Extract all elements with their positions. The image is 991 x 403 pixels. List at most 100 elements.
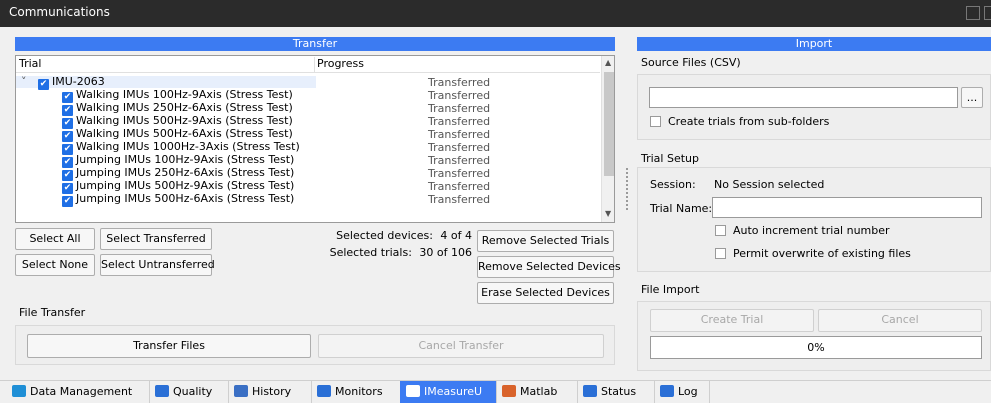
session-value: No Session selected: [714, 178, 825, 191]
list-item[interactable]: ✔ Walking IMUs 250Hz-6Axis (Stress Test): [62, 101, 293, 116]
selected-trials: Selected trials: 30 of 106: [300, 246, 472, 259]
list-item[interactable]: ✔ Walking IMUs 1000Hz-3Axis (Stress Test): [62, 140, 300, 155]
scroll-up-icon[interactable]: ▲: [605, 58, 611, 67]
source-files-input[interactable]: [649, 87, 958, 108]
plus-icon: [583, 385, 597, 397]
tab-status[interactable]: Status: [577, 381, 655, 403]
trial-name: Walking IMUs 500Hz-6Axis (Stress Test): [76, 127, 293, 140]
import-progress-text: 0%: [807, 341, 825, 354]
import-progress-bar: 0%: [650, 336, 982, 359]
trial-name-label: Trial Name:: [650, 202, 713, 215]
trial-name: Jumping IMUs 500Hz-6Axis (Stress Test): [76, 192, 295, 205]
transfer-files-button[interactable]: Transfer Files: [27, 334, 311, 358]
trial-status: Transferred: [428, 180, 491, 193]
list-item[interactable]: ✔ Walking IMUs 500Hz-6Axis (Stress Test): [62, 127, 293, 142]
trial-name: Jumping IMUs 100Hz-9Axis (Stress Test): [76, 153, 295, 166]
folder-icon: [12, 385, 26, 397]
trial-status: Transferred: [428, 115, 491, 128]
trial-status: Transferred: [428, 167, 491, 180]
tab-log[interactable]: Log: [654, 381, 710, 403]
list-item[interactable]: ✔ Jumping IMUs 250Hz-6Axis (Stress Test): [62, 166, 295, 181]
trial-name: Jumping IMUs 500Hz-9Axis (Stress Test): [76, 179, 295, 192]
grid-header: Trial Progress: [16, 56, 600, 73]
tab-bar: Data Management Quality History Monitors IMe…: [0, 380, 991, 403]
history-icon: [234, 385, 248, 397]
select-untransferred-button[interactable]: Select Untransferred: [100, 254, 215, 276]
imeasureu-icon: [406, 385, 420, 397]
checkbox-icon[interactable]: ✔: [62, 196, 73, 207]
trial-name-input[interactable]: [712, 197, 982, 218]
file-transfer-title: File Transfer: [19, 306, 86, 319]
matlab-icon: [502, 385, 516, 397]
trial-name: Jumping IMUs 250Hz-6Axis (Stress Test): [76, 166, 295, 179]
scrollbar[interactable]: ▲ ▼: [601, 56, 614, 222]
group-row[interactable]: ˅ ✔ IMU-2063: [16, 75, 316, 90]
restore-icon[interactable]: [966, 6, 980, 20]
import-header: Import: [637, 37, 991, 51]
scroll-thumb[interactable]: [604, 72, 614, 176]
column-trial[interactable]: Trial: [19, 57, 41, 70]
trial-status: Transferred: [428, 193, 491, 206]
tab-matlab[interactable]: Matlab: [496, 381, 578, 403]
list-item[interactable]: ✔ Jumping IMUs 500Hz-9Axis (Stress Test): [62, 179, 295, 194]
erase-selected-devices-button[interactable]: Erase Selected Devices: [477, 282, 614, 304]
window-title: Communications: [9, 5, 110, 19]
trial-status: Transferred: [428, 154, 491, 167]
tab-label: Matlab: [520, 385, 558, 398]
q-icon: [155, 385, 169, 397]
trial-name: Walking IMUs 250Hz-6Axis (Stress Test): [76, 101, 293, 114]
tab-data-management[interactable]: Data Management: [6, 381, 150, 403]
cancel-transfer-button[interactable]: Cancel Transfer: [318, 334, 604, 358]
remove-selected-devices-button[interactable]: Remove Selected Devices: [477, 256, 621, 278]
subfolders-label: Create trials from sub-folders: [668, 115, 830, 128]
subfolders-checkbox[interactable]: [650, 116, 661, 127]
select-all-button[interactable]: Select All: [15, 228, 95, 250]
permit-overwrite-checkbox[interactable]: [715, 248, 726, 259]
trial-name: Walking IMUs 500Hz-9Axis (Stress Test): [76, 114, 293, 127]
trial-status: Transferred: [428, 128, 491, 141]
scroll-down-icon[interactable]: ▼: [605, 209, 611, 218]
auto-increment-checkbox[interactable]: [715, 225, 726, 236]
selected-trials-label: Selected trials:: [329, 246, 412, 259]
remove-selected-trials-button[interactable]: Remove Selected Trials: [477, 230, 614, 252]
import-cancel-button[interactable]: Cancel: [818, 309, 982, 332]
chevron-down-icon[interactable]: ˅: [21, 75, 27, 88]
auto-increment-label: Auto increment trial number: [733, 224, 890, 237]
browse-button[interactable]: ...: [961, 87, 983, 108]
source-files-title: Source Files (CSV): [641, 56, 741, 69]
tab-imeasureu[interactable]: IMeasureU: [400, 381, 497, 403]
group-name: IMU-2063: [52, 75, 105, 88]
create-trial-button[interactable]: Create Trial: [650, 309, 814, 332]
selected-devices: Selected devices: 4 of 4: [300, 229, 472, 242]
splitter-handle[interactable]: [626, 168, 628, 212]
trial-status: Transferred: [428, 141, 491, 154]
tab-label: Quality: [173, 385, 213, 398]
list-item[interactable]: ✔ Jumping IMUs 100Hz-9Axis (Stress Test): [62, 153, 295, 168]
select-none-button[interactable]: Select None: [15, 254, 95, 276]
trial-name: Walking IMUs 1000Hz-3Axis (Stress Test): [76, 140, 300, 153]
transfer-header: Transfer: [15, 37, 615, 51]
trial-status: Transferred: [428, 102, 491, 115]
list-item[interactable]: ✔ Jumping IMUs 500Hz-6Axis (Stress Test): [62, 192, 295, 207]
trial-name: Walking IMUs 100Hz-9Axis (Stress Test): [76, 88, 293, 101]
select-transferred-button[interactable]: Select Transferred: [100, 228, 212, 250]
title-bar: Communications: [0, 0, 991, 27]
group-status: Transferred: [428, 76, 491, 89]
trial-grid[interactable]: Trial Progress ˅ ✔ IMU-2063 Transferred ✔…: [15, 55, 615, 223]
tab-label: Data Management: [30, 385, 133, 398]
tab-label: Monitors: [335, 385, 383, 398]
session-label: Session:: [650, 178, 696, 191]
close-icon[interactable]: [984, 6, 991, 20]
checkbox-icon[interactable]: ✔: [38, 79, 49, 90]
permit-overwrite-label: Permit overwrite of existing files: [733, 247, 911, 260]
tab-quality[interactable]: Quality: [149, 381, 229, 403]
selected-devices-label: Selected devices:: [336, 229, 433, 242]
tab-history[interactable]: History: [228, 381, 312, 403]
monitor-icon: [317, 385, 331, 397]
tab-monitors[interactable]: Monitors: [311, 381, 401, 403]
list-item[interactable]: ✔ Walking IMUs 500Hz-9Axis (Stress Test): [62, 114, 293, 129]
file-import-title: File Import: [641, 283, 700, 296]
column-progress[interactable]: Progress: [317, 57, 364, 70]
list-item[interactable]: ✔ Walking IMUs 100Hz-9Axis (Stress Test): [62, 88, 293, 103]
selected-devices-value: 4 of 4: [440, 229, 472, 242]
